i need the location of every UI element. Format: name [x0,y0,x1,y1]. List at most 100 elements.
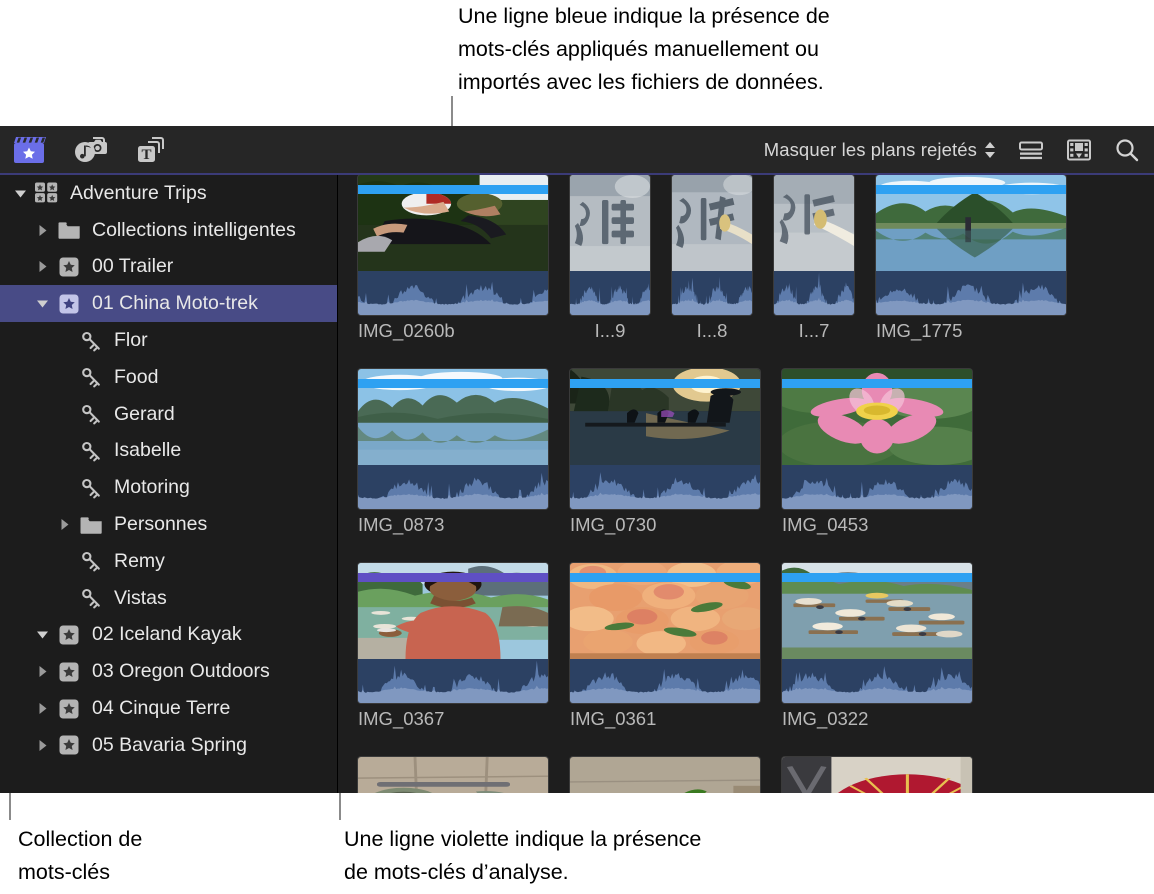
clip-thumbnail[interactable] [570,563,760,703]
sidebar-item-03-oregon-outdoors[interactable]: 03 Oregon Outdoors [0,653,337,690]
keyword-marker-blue[interactable] [570,379,760,388]
keyword-marker-blue[interactable] [358,379,548,388]
sidebar-item-motoring[interactable]: Motoring [0,469,337,506]
clip-thumbnail[interactable] [358,563,548,703]
clip-thumbnail[interactable] [782,563,972,703]
clip-item[interactable]: I...8 [672,175,752,342]
clip-item[interactable] [782,757,972,793]
clip-thumbnail[interactable] [570,369,760,509]
clip-item[interactable]: IMG_0322 [782,563,972,730]
sidebar-item-05-bavaria-spring[interactable]: 05 Bavaria Spring [0,727,337,764]
clip-audio-waveform [782,465,972,509]
sidebar-item-flor[interactable]: Flor [0,322,337,359]
disclosure-triangle-closed-icon[interactable] [52,517,76,532]
clip-item[interactable]: I...9 [570,175,650,342]
sidebar-item-label: Remy [106,550,165,573]
svg-text:T: T [141,147,151,163]
clip-audio-waveform [358,465,548,509]
clip-thumbnail[interactable] [782,369,972,509]
clip-name-label: IMG_0322 [782,708,972,730]
clip-item[interactable]: IMG_0873 [358,369,548,536]
sidebar-item-collections-intelligentes[interactable]: Collections intelligentes [0,212,337,249]
sidebar-item-label: Isabelle [106,439,181,462]
libraries-sidebar[interactable]: Adventure Trips Collections intelligentes… [0,175,338,793]
clip-audio-waveform [774,271,854,315]
keyword-marker-blue[interactable] [570,573,760,582]
clip-audio-waveform [570,659,760,703]
analysis-keyword-marker-purple[interactable] [358,573,548,582]
clip-item[interactable]: I...7 [774,175,854,342]
sidebar-item-adventure-trips[interactable]: Adventure Trips [0,175,337,212]
disclosure-triangle-closed-icon[interactable] [30,738,54,753]
sidebar-item-remy[interactable]: Remy [0,543,337,580]
disclosure-triangle-open-icon[interactable] [8,186,32,201]
disclosure-triangle-open-icon[interactable] [30,296,54,311]
clip-row: IMG_0873 IMG_0730 IMG_0453 [358,369,972,536]
titles-generators-browser-icon[interactable]: T [134,135,168,165]
keyword-marker-blue[interactable] [358,185,548,194]
sidebar-item-00-trailer[interactable]: 00 Trailer [0,249,337,286]
clip-thumbnail[interactable] [570,175,650,315]
sidebar-item-01-china-moto-trek[interactable]: 01 China Moto-trek [0,285,337,322]
clip-thumbnail[interactable] [672,175,752,315]
filmstrip-view-icon[interactable] [1066,138,1092,162]
clip-thumbnail[interactable] [358,369,548,509]
clip-audio-waveform [782,659,972,703]
sidebar-item-label: Motoring [106,476,190,499]
hide-rejected-popup[interactable]: Masquer les plans rejetés [764,139,996,161]
disclosure-triangle-closed-icon[interactable] [30,259,54,274]
clip-name-label: IMG_0730 [570,514,760,536]
keyword-marker-blue[interactable] [782,379,972,388]
disclosure-triangle-closed-icon[interactable] [30,223,54,238]
clip-item[interactable]: IMG_0367 [358,563,548,730]
clip-item[interactable] [570,757,760,793]
clip-audio-waveform [876,271,1066,315]
sidebar-item-02-iceland-kayak[interactable]: 02 Iceland Kayak [0,617,337,654]
callout-purple-analysis-line: Une ligne violette indique la présence d… [344,823,904,889]
clip-item[interactable]: IMG_0361 [570,563,760,730]
browser-toolbar: T Masquer les plans rejetés [0,126,1154,175]
clip-filmstrip-image [782,757,972,793]
clip-thumbnail[interactable] [358,175,548,315]
clip-thumbnail[interactable] [876,175,1066,315]
clip-row [358,757,972,793]
clip-name-label: IMG_0873 [358,514,548,536]
keyword-key-icon [76,440,106,462]
sidebar-item-label: Adventure Trips [62,182,207,205]
disclosure-triangle-open-icon[interactable] [30,627,54,642]
sidebar-item-personnes[interactable]: Personnes [0,506,337,543]
sidebar-item-isabelle[interactable]: Isabelle [0,433,337,470]
clip-item[interactable]: IMG_0453 [782,369,972,536]
clip-thumbnail[interactable] [774,175,854,315]
sidebar-item-label: 04 Cinque Terre [84,697,230,720]
clip-name-label: IMG_0453 [782,514,972,536]
keyword-marker-blue[interactable] [876,185,1066,194]
sidebar-item-label: Personnes [106,513,207,536]
event-star-icon [54,734,84,756]
event-star-icon [54,624,84,646]
sidebar-item-food[interactable]: Food [0,359,337,396]
clip-item[interactable] [358,757,548,793]
disclosure-triangle-closed-icon[interactable] [30,664,54,679]
sidebar-item-label: 05 Bavaria Spring [84,734,247,757]
clip-thumbnail[interactable] [782,757,972,793]
list-view-icon[interactable] [1018,139,1044,161]
clip-thumbnail[interactable] [358,757,548,793]
clip-browser[interactable]: IMG_0260b I...9 I...8 I...7 IMG_1775 IMG_0873… [339,175,1154,793]
clip-item[interactable]: IMG_0730 [570,369,760,536]
keyword-marker-blue[interactable] [782,573,972,582]
photos-audio-browser-icon[interactable] [73,135,109,165]
sidebar-item-label: 01 China Moto-trek [84,292,258,315]
sidebar-item-vistas[interactable]: Vistas [0,580,337,617]
sidebar-item-label: Food [106,366,158,389]
search-icon[interactable] [1114,137,1140,163]
libraries-browser-icon[interactable] [14,135,48,165]
clip-name-label: I...8 [672,320,752,342]
sidebar-item-gerard[interactable]: Gerard [0,396,337,433]
disclosure-triangle-closed-icon[interactable] [30,701,54,716]
sidebar-item-04-cinque-terre[interactable]: 04 Cinque Terre [0,690,337,727]
hide-rejected-label: Masquer les plans rejetés [764,139,977,161]
clip-thumbnail[interactable] [570,757,760,793]
clip-item[interactable]: IMG_0260b [358,175,548,342]
clip-item[interactable]: IMG_1775 [876,175,1066,342]
